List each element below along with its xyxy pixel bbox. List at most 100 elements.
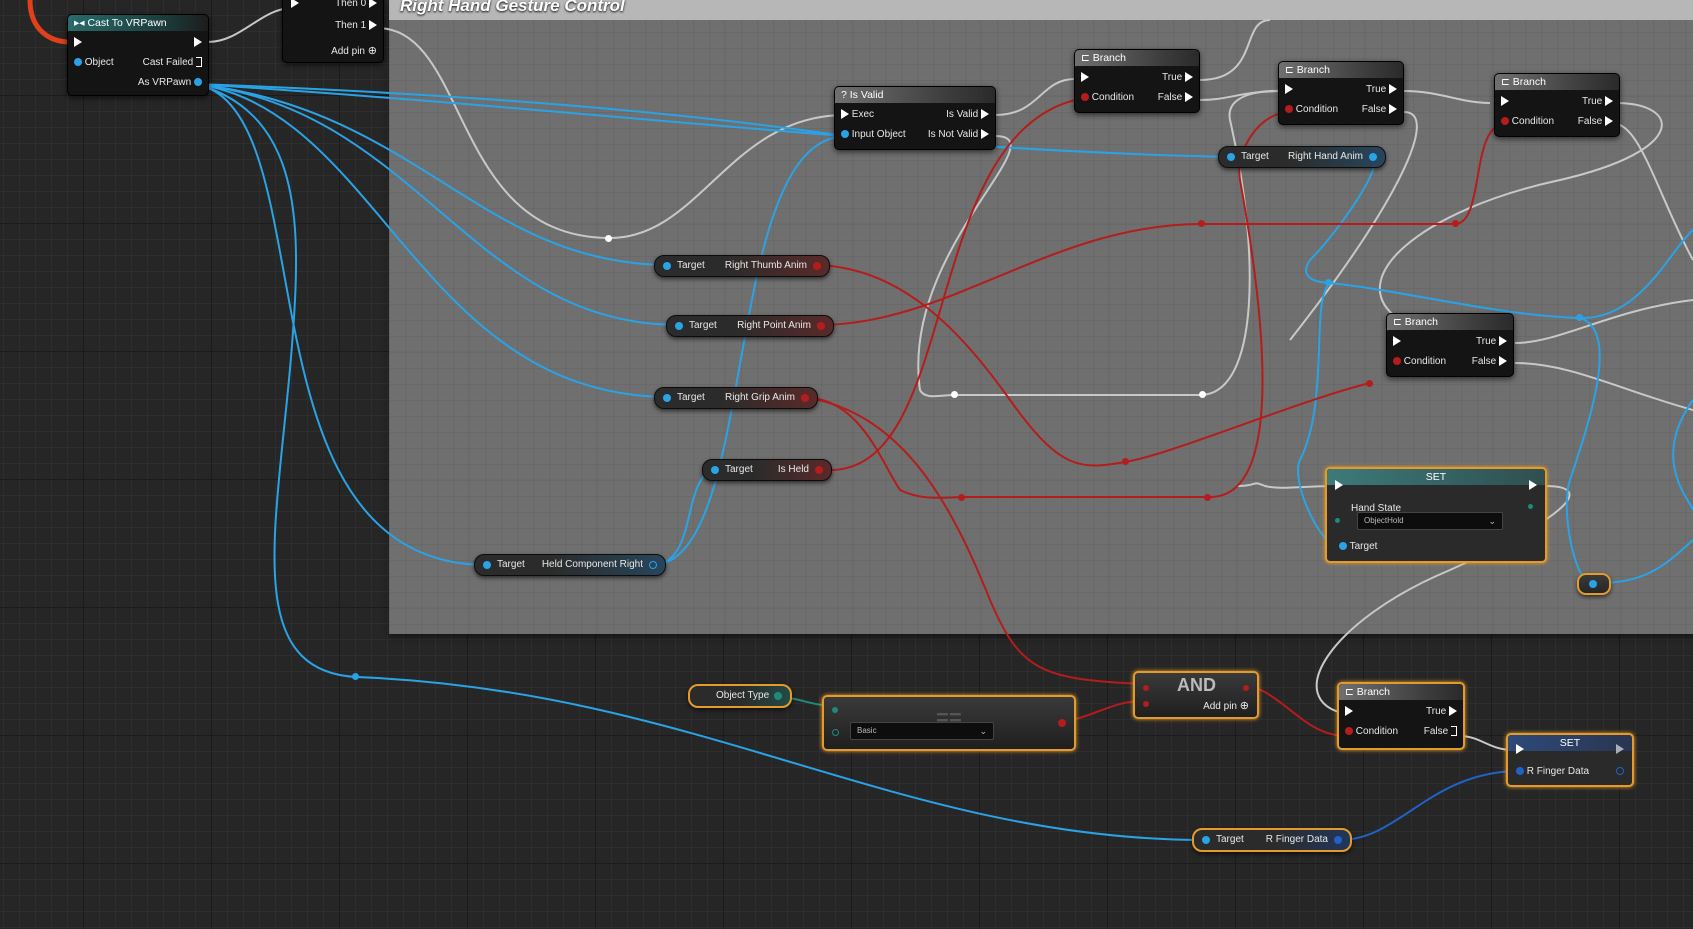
exec-in-pin[interactable]: Exec [841,109,874,120]
reroute-node[interactable] [1122,458,1129,465]
branch-node-1[interactable]: ⊏ Branch Condition True False [1074,49,1200,113]
condition-pin[interactable]: Condition [1345,726,1398,737]
a-pin[interactable] [1143,683,1149,694]
pin-dot[interactable] [817,322,825,330]
b-pin[interactable] [832,727,839,738]
true-pin[interactable]: True [1476,336,1507,347]
exec-in-pin[interactable] [1501,96,1509,107]
right-hand-anim-getter[interactable]: Target Right Hand Anim [1218,146,1386,168]
pin-dot[interactable] [832,728,839,736]
r-finger-data-getter[interactable]: Target R Finger Data [1192,828,1352,852]
pin-dot[interactable] [1339,542,1347,551]
exec-out-pin[interactable] [1529,480,1537,491]
b-pin[interactable] [1143,699,1149,710]
reroute-node[interactable] [1199,391,1206,398]
and-boolean-node[interactable]: AND Add pin ⊕ [1133,671,1259,719]
pin-dot[interactable] [1143,701,1149,708]
as-vrpawn-pin[interactable]: As VRPawn [138,77,202,88]
node-header[interactable]: ⊏ Branch [1495,74,1619,90]
cast-failed-pin[interactable]: Cast Failed [143,57,202,68]
false-pin[interactable]: False [1472,356,1507,367]
add-pin-button[interactable]: Add pin ⊕ [1203,699,1249,712]
pin-dot[interactable] [815,466,823,474]
pin-dot[interactable] [74,58,82,67]
pin-dot[interactable] [832,707,838,714]
held-component-right-getter[interactable]: Target Held Component Right [474,554,666,576]
is-not-valid-pin[interactable]: Is Not Valid [928,129,989,140]
condition-pin[interactable]: Condition [1285,104,1338,115]
exec-in-pin[interactable] [291,0,299,9]
false-pin[interactable]: False [1362,104,1397,115]
pin-dot[interactable] [801,394,809,402]
reroute-node[interactable] [352,673,359,680]
set-r-finger-data-node[interactable]: SET R Finger Data [1506,733,1634,787]
pin-dot[interactable] [1393,357,1401,366]
reroute-node[interactable] [605,235,612,242]
reroute-node-selected[interactable] [1577,573,1611,595]
hand-state-dropdown[interactable]: ObjectHold ⌄ [1357,512,1503,530]
false-pin[interactable]: False [1578,116,1613,127]
branch-node-5[interactable]: ⊏ Branch Condition True False [1337,682,1465,750]
pin-dot[interactable] [1143,685,1149,692]
branch-node-4[interactable]: ⊏ Branch Condition True False [1386,313,1514,377]
pin-dot[interactable] [1616,767,1624,776]
exec-in-pin[interactable] [1081,72,1089,83]
pin-dot[interactable] [663,262,671,270]
pin-dot[interactable] [1058,719,1066,728]
pin-dot[interactable] [1334,836,1342,844]
reroute-node[interactable] [1325,279,1332,286]
r-finger-data-out-pin[interactable] [1616,766,1624,777]
add-pin-button[interactable]: Add pin ⊕ [331,44,377,57]
pin-dot[interactable] [483,561,491,569]
exec-out-pin[interactable] [1608,744,1624,755]
pin-dot[interactable] [194,78,202,87]
node-header[interactable]: ⊏ Branch [1279,62,1403,78]
pin-dot[interactable] [1081,93,1089,102]
node-header[interactable]: ▸◂ Cast To VRPawn [68,15,208,31]
pin-dot[interactable] [1345,727,1353,736]
false-pin[interactable]: False [1158,92,1193,103]
pin-dot[interactable] [1227,153,1235,161]
true-pin[interactable]: True [1162,72,1193,83]
pin-dot[interactable] [1369,153,1377,161]
condition-pin[interactable]: Condition [1081,92,1134,103]
reroute-node[interactable] [1198,220,1205,227]
pin-dot[interactable] [841,130,849,139]
true-pin[interactable]: True [1426,706,1457,717]
node-header[interactable]: ⊏ Branch [1339,684,1463,700]
node-title[interactable]: SET [1327,469,1545,485]
is-held-getter[interactable]: Target Is Held [702,459,832,481]
equals-enum-node[interactable]: == Basic ⌄ [822,695,1076,751]
then1-pin[interactable]: Then 1 [335,20,377,31]
right-point-anim-getter[interactable]: Target Right Point Anim [666,315,834,337]
branch-node-3[interactable]: ⊏ Branch Condition True False [1494,73,1620,137]
object-type-getter[interactable]: Object Type [688,684,792,708]
reroute-node[interactable] [951,391,958,398]
is-valid-node[interactable]: ? Is Valid Exec Input Object Is Valid Is… [834,86,996,150]
pin-dot[interactable] [1202,836,1210,844]
pin-dot[interactable] [1528,503,1533,509]
return-pin[interactable] [1243,683,1249,694]
set-hand-state-node[interactable]: SET Hand State ObjectHold ⌄ Target [1325,467,1547,563]
cast-to-vrpawn-node[interactable]: ▸◂ Cast To VRPawn Object Cast Failed As … [67,14,209,96]
right-thumb-anim-getter[interactable]: Target Right Thumb Anim [654,255,830,277]
exec-in-pin[interactable] [74,37,82,48]
true-pin[interactable]: True [1582,96,1613,107]
branch-node-2[interactable]: ⊏ Branch Condition True False [1278,61,1404,125]
exec-in-pin[interactable] [1335,480,1343,491]
exec-in-pin[interactable] [1285,84,1293,95]
sequence-node[interactable]: Then 0 Then 1 Add pin ⊕ [282,0,384,63]
pin-dot[interactable] [1285,105,1293,114]
pin-dot[interactable] [774,692,782,700]
pin-dot[interactable] [813,262,821,270]
return-pin[interactable] [1058,718,1066,729]
hand-state-pin[interactable] [1335,515,1340,526]
pin-dot[interactable] [1589,580,1597,588]
r-finger-data-pin[interactable]: R Finger Data [1516,766,1589,777]
condition-pin[interactable]: Condition [1393,356,1446,367]
node-header[interactable]: ? Is Valid [835,87,995,103]
exec-in-pin[interactable] [1516,744,1524,755]
then0-pin[interactable]: Then 0 [335,0,377,9]
pin-dot[interactable] [711,466,719,474]
pin-dot[interactable] [1501,117,1509,126]
